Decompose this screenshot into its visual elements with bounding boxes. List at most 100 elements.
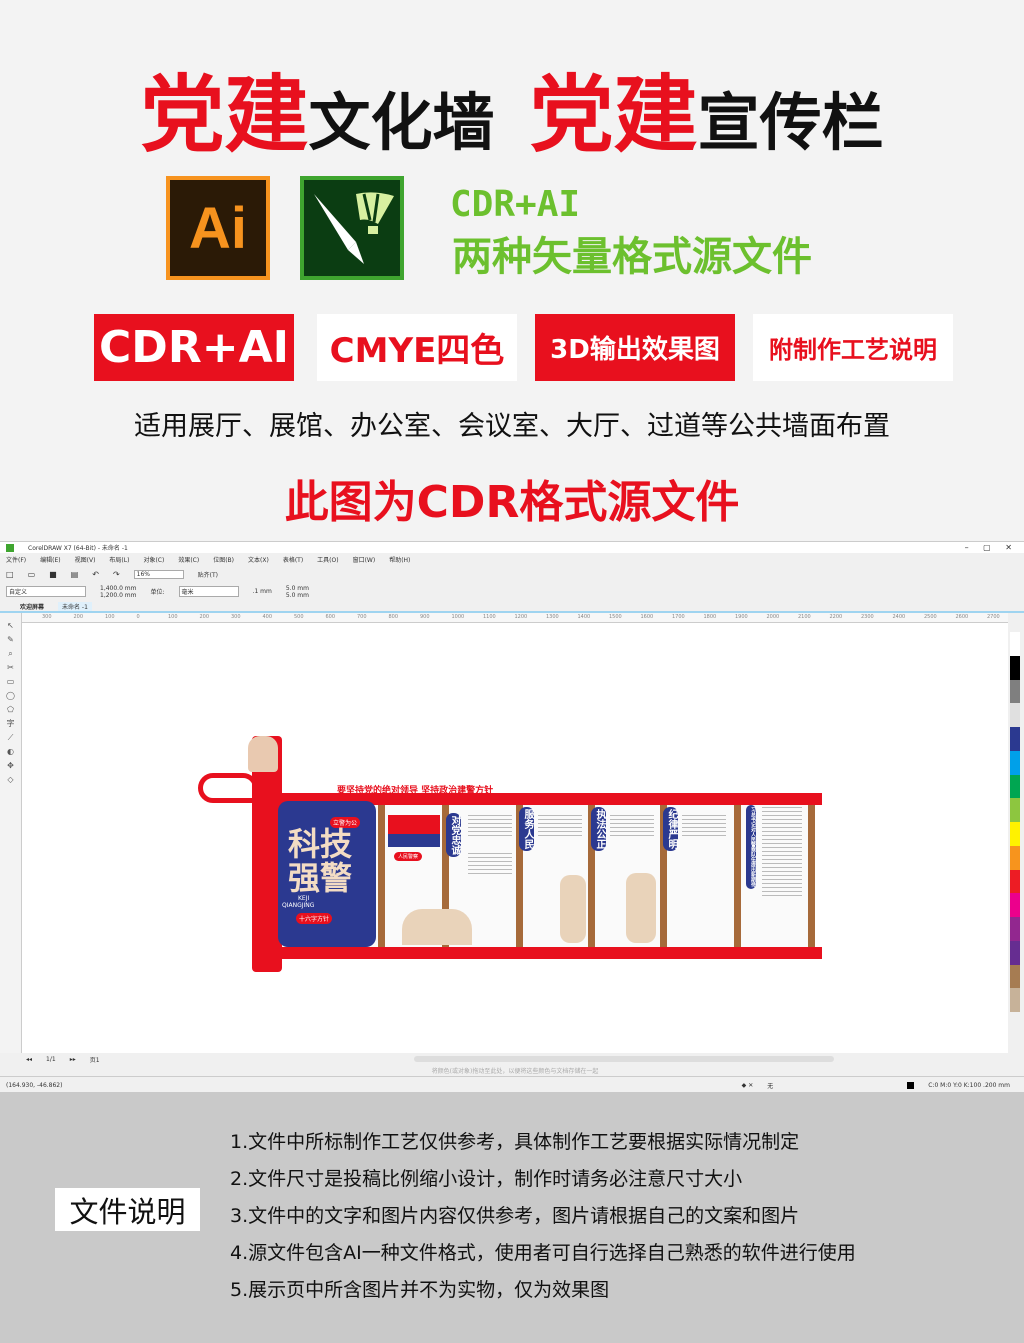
palette-swatch[interactable] bbox=[1010, 655, 1020, 680]
menu-file[interactable]: 文件(F) bbox=[6, 555, 26, 564]
ruler-tick: 1600 bbox=[640, 614, 654, 620]
flag-label: 人民警察 bbox=[394, 852, 423, 861]
property-bar: 自定义 1,400.0 mm 1,200.0 mm 单位: 毫米 .1 mm 5.… bbox=[0, 582, 1024, 601]
ruler-tick: 2600 bbox=[955, 614, 969, 620]
palette-swatch[interactable] bbox=[1010, 703, 1020, 727]
note-item: 3.文件中的文字和图片内容仅供参考，图片请根据自己的文案和图片 bbox=[230, 1205, 800, 1227]
unit-select[interactable]: 毫米 bbox=[178, 586, 239, 597]
ruler-tick: 100 bbox=[168, 614, 178, 620]
palette-swatch[interactable] bbox=[1010, 798, 1020, 822]
palette-swatch[interactable] bbox=[1010, 845, 1020, 870]
page-tab[interactable]: 页1 bbox=[90, 1055, 100, 1064]
ruler-tick: 1300 bbox=[546, 614, 559, 620]
ruler-tick: 0 bbox=[136, 614, 140, 620]
ruler-tick: 900 bbox=[420, 614, 430, 620]
save-icon[interactable]: ■ bbox=[49, 570, 57, 579]
blue-title-panel: 立警为公 科技 强警 KEJI QIANGJING 十六字方针 bbox=[278, 801, 376, 947]
page-prev-icon[interactable]: ◂◂ bbox=[26, 1056, 32, 1063]
text-block bbox=[468, 853, 512, 875]
tab-document[interactable]: 未命名 -1 bbox=[58, 601, 92, 611]
zoom-select[interactable]: 16% bbox=[133, 569, 184, 579]
badge-craft: 附制作工艺说明 bbox=[753, 314, 953, 381]
document-tabs: 欢迎屏幕 未命名 -1 bbox=[0, 601, 1024, 613]
page-next-icon[interactable]: ▸▸ bbox=[70, 1056, 76, 1063]
snap-dropdown[interactable]: 贴齐(T) bbox=[198, 570, 218, 579]
redo-icon[interactable]: ↷ bbox=[113, 570, 120, 579]
pinyin-2: QIANGJING bbox=[282, 902, 315, 909]
usage-text: 适用展厅、展馆、办公室、会议室、大厅、过道等公共墙面布置 bbox=[134, 411, 890, 442]
menu-bitmaps[interactable]: 位图(B) bbox=[213, 555, 234, 564]
page-height-field[interactable]: 1,200.0 mm bbox=[100, 592, 137, 599]
page-navigator: ◂◂ 1/1 ▸▸ 页1 bbox=[0, 1053, 1024, 1065]
ruler-tick: 200 bbox=[199, 614, 210, 620]
palette-hint: 将颜色(或对象)拖动至此处，以便将这些颜色与文档存储在一起 bbox=[431, 1068, 599, 1075]
status-bar: (164.930, -46.862) ◆ ✕ 无 C:0 M:0 Y:0 K:1… bbox=[0, 1076, 1024, 1093]
open-icon[interactable]: ▭ bbox=[28, 570, 36, 579]
palette-swatch[interactable] bbox=[1010, 940, 1020, 965]
ruler-tick: 800 bbox=[388, 614, 399, 620]
outline-swatch bbox=[907, 1081, 915, 1089]
palette-swatch[interactable] bbox=[1010, 893, 1020, 917]
menu-effects[interactable]: 效果(C) bbox=[178, 555, 199, 564]
menu-window[interactable]: 窗口(W) bbox=[353, 555, 376, 564]
ruler-tick: 1100 bbox=[483, 614, 496, 620]
headline-black-2: 宣传栏 bbox=[697, 86, 884, 159]
menu-table[interactable]: 表格(T) bbox=[283, 555, 303, 564]
color-palette[interactable] bbox=[1010, 632, 1020, 1012]
ruler-tick: 2100 bbox=[798, 614, 811, 620]
palette-swatch[interactable] bbox=[1010, 822, 1020, 846]
badge-cmyk: CMYE四色 bbox=[317, 314, 517, 381]
artwork-slogan: 要坚持党的绝对领导 坚持政治建警方针 bbox=[337, 786, 494, 796]
palette-swatch[interactable] bbox=[1010, 988, 1020, 1012]
ruler-tick: 2000 bbox=[766, 614, 780, 620]
tab-welcome[interactable]: 欢迎屏幕 bbox=[20, 602, 44, 611]
palette-swatch[interactable] bbox=[1010, 869, 1020, 894]
page-preset-select[interactable]: 自定义 bbox=[6, 586, 86, 597]
ruler-tick: 2200 bbox=[829, 614, 843, 620]
bottom-red-band bbox=[282, 947, 822, 959]
palette-swatch[interactable] bbox=[1010, 750, 1020, 775]
artwork: 要坚持党的绝对领导 坚持政治建警方针 立警为公 科技 强警 KEJI QIANG… bbox=[22, 623, 1008, 1053]
palette-swatch[interactable] bbox=[1010, 917, 1020, 941]
palette-swatch[interactable] bbox=[1010, 632, 1020, 656]
page-count: 1/1 bbox=[46, 1055, 56, 1063]
menu-help[interactable]: 帮助(H) bbox=[389, 555, 410, 564]
file-notes-label: 文件说明 bbox=[55, 1188, 200, 1231]
main-title-2: 强警 bbox=[288, 859, 353, 897]
note-item: 2.文件尺寸是投稿比例缩小设计，制作时请务必注意尺寸大小 bbox=[230, 1168, 743, 1190]
ruler-tick: 400 bbox=[262, 614, 273, 620]
undo-icon[interactable]: ↶ bbox=[92, 570, 99, 579]
window-controls[interactable]: – ▢ ✕ bbox=[965, 543, 1018, 552]
menu-edit[interactable]: 编辑(E) bbox=[40, 555, 60, 564]
menu-text[interactable]: 文本(X) bbox=[248, 555, 269, 564]
ruler-tick: 300 bbox=[42, 614, 52, 620]
duplicate-x-field[interactable]: 5.0 mm bbox=[286, 585, 309, 592]
headline: 党建文化墙 党建宣传栏 bbox=[0, 48, 1024, 169]
drawing-canvas[interactable]: 要坚持党的绝对领导 坚持政治建警方针 立警为公 科技 强警 KEJI QIANG… bbox=[22, 623, 1008, 1053]
palette-swatch[interactable] bbox=[1010, 964, 1020, 989]
duplicate-y-field[interactable]: 5.0 mm bbox=[286, 592, 309, 599]
note-item: 5.展示页中所含图片并不为实物，仅为效果图 bbox=[230, 1279, 610, 1301]
palette-swatch[interactable] bbox=[1010, 774, 1020, 799]
print-icon[interactable]: ▤ bbox=[71, 570, 79, 579]
new-icon[interactable]: □ bbox=[6, 570, 14, 579]
menu-object[interactable]: 对象(C) bbox=[143, 555, 164, 564]
text-block bbox=[538, 815, 582, 837]
outline-status: C:0 M:0 Y:0 K:100 .200 mm bbox=[928, 1081, 1010, 1089]
menu-view[interactable]: 视图(V) bbox=[75, 555, 96, 564]
menu-tools[interactable]: 工具(O) bbox=[317, 555, 338, 564]
menu-bar: 文件(F) 编辑(E) 视图(V) 布局(L) 对象(C) 效果(C) 位图(B… bbox=[0, 553, 1024, 566]
note-item: 1.文件中所标制作工艺仅供参考，具体制作工艺要根据实际情况制定 bbox=[230, 1131, 800, 1153]
ruler-tick: 1000 bbox=[451, 614, 465, 620]
horizontal-scrollbar[interactable] bbox=[413, 1056, 834, 1062]
section-title-justice: 执法公正 bbox=[591, 807, 606, 851]
page-width-field[interactable]: 1,400.0 mm bbox=[100, 585, 137, 592]
palette-swatch[interactable] bbox=[1010, 727, 1020, 751]
tool-icons[interactable]: ↖ ✎ ⌕ ✂ ▭ ◯ ⬠ 字 ⟋ ◐ ✥ ◇ bbox=[0, 613, 21, 787]
menu-layout[interactable]: 布局(L) bbox=[109, 555, 129, 564]
ruler-tick: 500 bbox=[294, 614, 304, 620]
palette-swatch[interactable] bbox=[1010, 679, 1020, 704]
title-bar: CorelDRAW X7 (64-Bit) - 未命名 -1 – ▢ ✕ bbox=[0, 542, 1024, 553]
text-block bbox=[762, 807, 802, 897]
nudge-field[interactable]: .1 mm bbox=[253, 588, 272, 595]
